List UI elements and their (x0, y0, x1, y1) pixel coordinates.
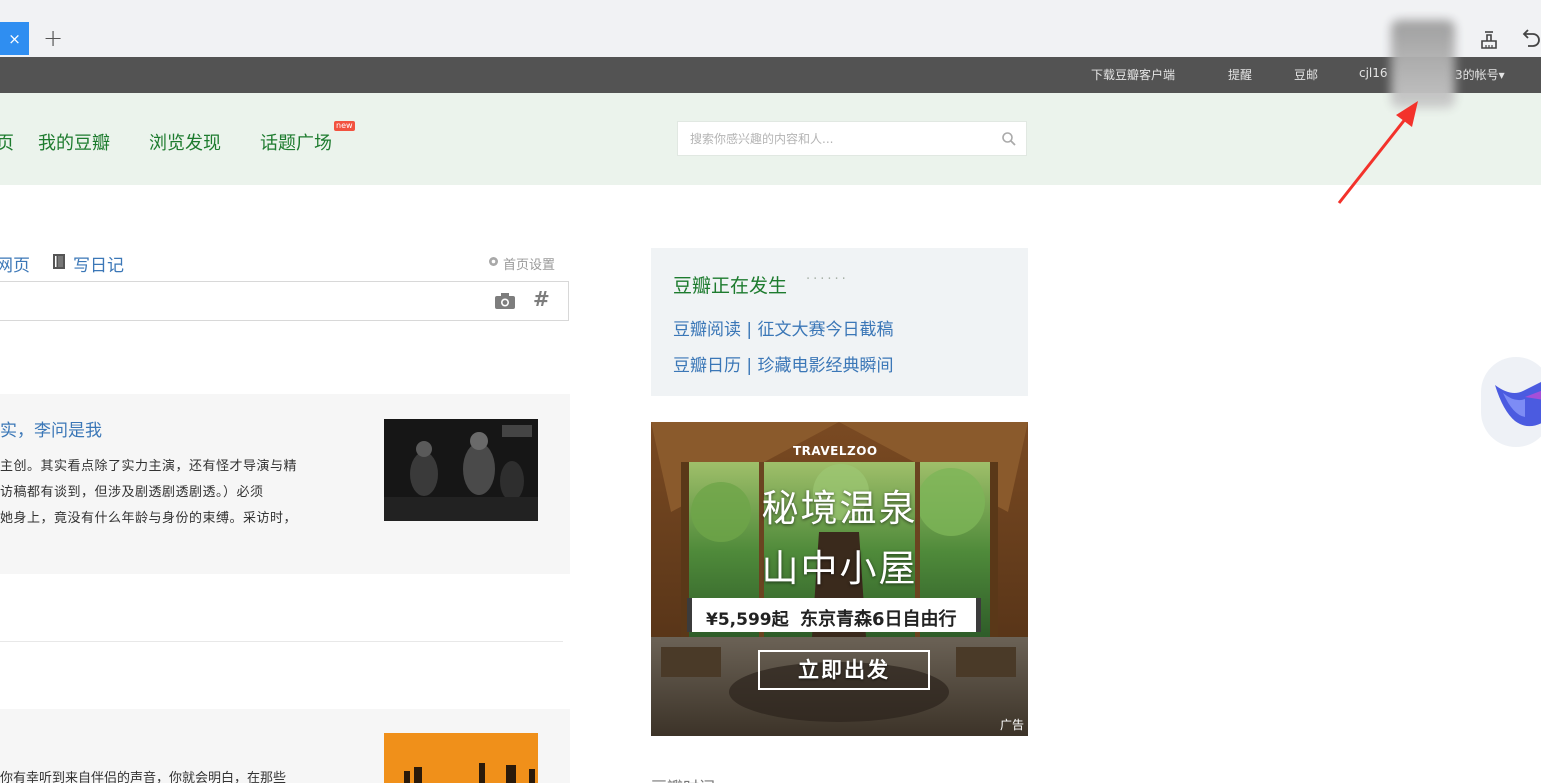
camera-icon[interactable] (494, 292, 516, 310)
douban-time-heading: 豆瓣时间 (651, 774, 715, 783)
feed-divider (0, 641, 563, 642)
red-annotation-arrow-icon (1337, 101, 1418, 204)
feed-item-title[interactable]: 实，李问是我 (0, 416, 102, 441)
undo-icon[interactable] (1519, 26, 1541, 50)
download-client-link[interactable]: 下载豆瓣客户端 (1091, 66, 1175, 83)
broom-icon[interactable] (1478, 28, 1500, 50)
nav-browse-discover[interactable]: 浏览发现 (149, 129, 221, 155)
ad-headline-1: 秘境温泉 (761, 487, 918, 530)
ad-price: ¥5,599起 (706, 610, 789, 630)
screen: × + 下载豆瓣客户端 提醒 豆邮 cjl16 3的帐号▾ 页 我的豆瓣 浏览发… (0, 0, 1541, 783)
feed-item-thumbnail[interactable] (384, 419, 538, 521)
new-tab-button[interactable]: + (40, 25, 66, 51)
ad-headline-2: 山中小屋 (761, 547, 918, 590)
happening-dots: ······ (806, 272, 849, 287)
ad-destination: 东京青森6日自由行 (800, 609, 957, 630)
happening-title: 豆瓣正在发生 (673, 275, 788, 297)
homepage-settings-link[interactable]: 首页设置 (503, 254, 555, 273)
browser-tab-strip: × + (0, 0, 1541, 57)
hummingbird-logo-icon[interactable] (1481, 357, 1541, 447)
search-icon[interactable] (1001, 131, 1017, 147)
ad-label: 广告 (999, 718, 1024, 732)
feed-item-text-line: 她身上，竟没有什么年龄与身份的束缚。采访时， (0, 511, 298, 526)
happening-link-calendar[interactable]: 豆瓣日历 | 珍藏电影经典瞬间 (673, 351, 894, 376)
search-box (677, 121, 1027, 156)
ad-banner[interactable]: TRAVELZOO 秘境温泉 山中小屋 ¥5,599起 东京青森6日自由行 立即… (651, 422, 1028, 736)
feed-item-thumbnail[interactable] (384, 733, 538, 783)
notebook-icon (53, 254, 65, 269)
hashtag-button[interactable]: # (533, 287, 550, 311)
feed-item-text-line: 主创。其实看点除了实力主演，还有怪才导演与精 (0, 459, 298, 474)
doumail-link[interactable]: 豆邮 (1294, 66, 1318, 83)
douban-top-bar: 下载豆瓣客户端 提醒 豆邮 cjl16 3的帐号▾ (0, 57, 1541, 93)
nav-my-douban[interactable]: 我的豆瓣 (38, 129, 110, 155)
search-input[interactable] (690, 129, 980, 149)
nav-home[interactable]: 页 (0, 129, 14, 155)
ad-brand-logo: TRAVELZOO (793, 444, 878, 458)
gear-icon (489, 257, 498, 266)
reminder-link[interactable]: 提醒 (1228, 66, 1252, 83)
nav-topic-square[interactable]: 话题广场 (260, 129, 332, 155)
tab-close-button[interactable]: × (0, 22, 29, 55)
feed-item-text-line: 访稿都有谈到，但涉及剧透剧透剧透。）必须 (0, 485, 264, 500)
post-web-link[interactable]: 网页 (0, 251, 30, 276)
account-menu[interactable]: 3的帐号▾ (1455, 66, 1505, 83)
feed-item-text-line: 你有幸听到来自伴侣的声音，你就会明白，在那些 (0, 771, 287, 783)
happening-link-reading[interactable]: 豆瓣阅读 | 征文大赛今日截稿 (673, 315, 894, 340)
status-input[interactable] (0, 281, 569, 321)
account-name-prefix[interactable]: cjl16 (1359, 66, 1388, 80)
ad-price-box: ¥5,599起 东京青森6日自由行 (687, 598, 981, 632)
write-diary-link[interactable]: 写日记 (73, 251, 124, 276)
new-badge: new (334, 121, 355, 131)
ad-cta-button[interactable]: 立即出发 (758, 650, 930, 690)
